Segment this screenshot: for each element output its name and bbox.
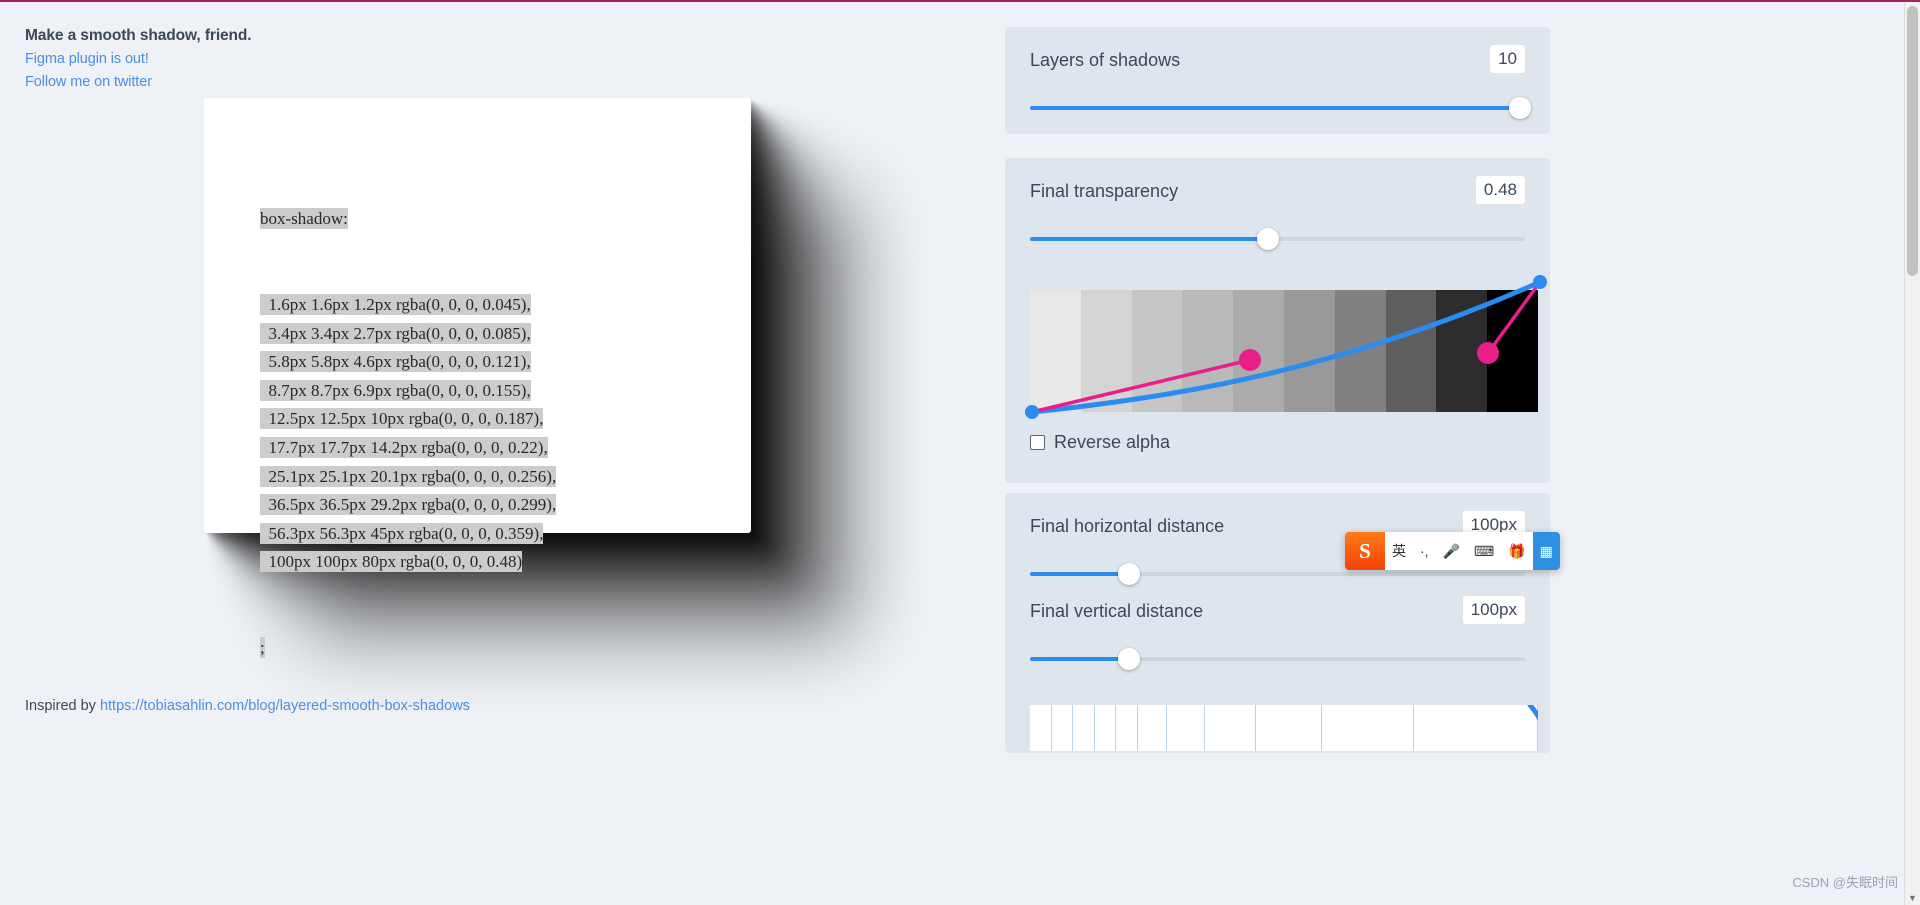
- ime-punctuation-button[interactable]: ·,: [1413, 532, 1436, 570]
- code-shadow-line: 25.1px 25.1px 20.1px rgba(0, 0, 0, 0.256…: [260, 463, 557, 492]
- preview-pane: Make a smooth shadow, friend. Figma plug…: [0, 2, 980, 905]
- code-shadow-line-text: 8.7px 8.7px 6.9px rgba(0, 0, 0, 0.155),: [260, 379, 531, 401]
- vertical-value[interactable]: 100px: [1462, 596, 1525, 624]
- code-shadow-line: 3.4px 3.4px 2.7px rgba(0, 0, 0, 0.085),: [260, 320, 556, 349]
- code-shadow-line-text: 36.5px 36.5px 29.2px rgba(0, 0, 0, 0.299…: [260, 494, 557, 516]
- transparency-label: Final transparency: [1030, 181, 1179, 201]
- watermark-text: CSDN @失眠时间: [1792, 875, 1898, 890]
- transparency-card: Final transparency 0.48 Reverse alpha: [1005, 158, 1550, 483]
- distance-preview-curve: [1527, 705, 1538, 722]
- scrollbar-thumb[interactable]: [1907, 6, 1918, 276]
- code-shadow-line-text: 12.5px 12.5px 10px rgba(0, 0, 0, 0.187),: [260, 408, 544, 430]
- curve-control-point-2[interactable]: [1477, 342, 1499, 364]
- page-scrollbar[interactable]: ▲ ▼: [1904, 2, 1920, 905]
- twitter-link[interactable]: Follow me on twitter: [25, 74, 152, 90]
- shadow-preview-card: box-shadow: 1.6px 1.6px 1.2px rgba(0, 0,…: [204, 98, 751, 659]
- code-closing: ;: [260, 637, 265, 659]
- curve-overlay[interactable]: [1022, 220, 1552, 420]
- box-shadow-code[interactable]: box-shadow: 1.6px 1.6px 1.2px rgba(0, 0,…: [260, 148, 557, 720]
- code-shadow-line-text: 17.7px 17.7px 14.2px rgba(0, 0, 0, 0.22)…: [260, 436, 548, 458]
- code-shadow-line: 17.7px 17.7px 14.2px rgba(0, 0, 0, 0.22)…: [260, 434, 556, 463]
- layers-slider[interactable]: [1030, 97, 1532, 119]
- ime-logo-icon[interactable]: S: [1345, 532, 1385, 570]
- horizontal-slider-fill: [1030, 572, 1129, 576]
- vertical-header-row: Final vertical distance 100px: [1005, 578, 1550, 634]
- code-shadow-line-text: 1.6px 1.6px 1.2px rgba(0, 0, 0, 0.045),: [260, 293, 531, 315]
- vertical-slider-fill: [1030, 657, 1129, 661]
- code-line-list: 1.6px 1.6px 1.2px rgba(0, 0, 0, 0.045), …: [260, 291, 557, 577]
- code-shadow-line: 56.3px 56.3px 45px rgba(0, 0, 0, 0.359),: [260, 520, 556, 549]
- code-shadow-line: 1.6px 1.6px 1.2px rgba(0, 0, 0, 0.045),: [260, 291, 556, 320]
- vertical-label: Final vertical distance: [1030, 601, 1204, 621]
- code-shadow-line: 12.5px 12.5px 10px rgba(0, 0, 0, 0.187),: [260, 405, 556, 434]
- horizontal-slider[interactable]: [1030, 563, 1525, 585]
- app-root: Make a smooth shadow, friend. Figma plug…: [0, 0, 1920, 905]
- curve-end-point[interactable]: [1533, 275, 1547, 289]
- code-shadow-line-text: 56.3px 56.3px 45px rgba(0, 0, 0, 0.359),: [260, 522, 544, 544]
- code-property-line: box-shadow:: [260, 205, 556, 234]
- figma-plugin-link[interactable]: Figma plugin is out!: [25, 51, 149, 67]
- layers-value[interactable]: 10: [1490, 45, 1525, 73]
- inspiration-link[interactable]: https://tobiasahlin.com/blog/layered-smo…: [100, 698, 470, 714]
- controls-panel: Layers of shadows 10 Final transparency …: [980, 2, 1920, 905]
- code-shadow-line: 36.5px 36.5px 29.2px rgba(0, 0, 0, 0.299…: [260, 491, 557, 520]
- reverse-alpha-checkbox[interactable]: [1030, 435, 1045, 450]
- scroll-down-arrow[interactable]: ▼: [1906, 892, 1919, 905]
- code-shadow-line: 5.8px 5.8px 4.6px rgba(0, 0, 0, 0.121),: [260, 348, 556, 377]
- ime-language-button[interactable]: 英: [1385, 532, 1413, 570]
- code-shadow-line-text: 3.4px 3.4px 2.7px rgba(0, 0, 0, 0.085),: [260, 322, 531, 344]
- transparency-value[interactable]: 0.48: [1475, 176, 1525, 204]
- reverse-alpha-label: Reverse alpha: [1054, 432, 1171, 452]
- layers-header-row: Layers of shadows 10: [1005, 27, 1550, 83]
- footer-credit: Inspired by https://tobiasahlin.com/blog…: [25, 698, 470, 714]
- watermark: CSDN @失眠时间: [1792, 872, 1898, 891]
- apps-icon[interactable]: ▦: [1532, 532, 1560, 570]
- code-shadow-line: 8.7px 8.7px 6.9px rgba(0, 0, 0, 0.155),: [260, 377, 556, 406]
- vertical-slider[interactable]: [1030, 648, 1525, 670]
- horizontal-label: Final horizontal distance: [1030, 516, 1225, 536]
- microphone-icon[interactable]: 🎤: [1436, 532, 1467, 570]
- curve-start-point[interactable]: [1025, 405, 1039, 419]
- distance-curve-preview[interactable]: [1030, 705, 1538, 751]
- code-closing-line: ;: [260, 634, 556, 663]
- transparency-header-row: Final transparency 0.48: [1005, 158, 1550, 214]
- gift-icon[interactable]: 🎁: [1501, 532, 1532, 570]
- page-title: Make a smooth shadow, friend.: [25, 27, 252, 44]
- code-shadow-line-text: 100px 100px 80px rgba(0, 0, 0, 0.48): [260, 551, 523, 573]
- layers-slider-fill: [1030, 106, 1521, 110]
- code-property: box-shadow:: [260, 208, 348, 230]
- vertical-slider-knob[interactable]: [1118, 648, 1140, 670]
- code-shadow-line-text: 5.8px 5.8px 4.6px rgba(0, 0, 0, 0.121),: [260, 351, 531, 373]
- layers-slider-knob[interactable]: [1509, 97, 1532, 119]
- reverse-alpha-row[interactable]: Reverse alpha: [1030, 432, 1170, 453]
- curve-control-point-1[interactable]: [1239, 349, 1261, 371]
- code-shadow-line-text: 25.1px 25.1px 20.1px rgba(0, 0, 0, 0.256…: [260, 465, 557, 487]
- keyboard-icon[interactable]: ⌨: [1467, 532, 1501, 570]
- ime-toolbar[interactable]: S 英 ·, 🎤 ⌨ 🎁 ▦: [1345, 532, 1560, 570]
- code-shadow-line: 100px 100px 80px rgba(0, 0, 0, 0.48): [260, 548, 556, 577]
- footer-prefix: Inspired by: [25, 698, 100, 714]
- layers-label: Layers of shadows: [1030, 50, 1181, 70]
- layers-card: Layers of shadows 10: [1005, 27, 1550, 134]
